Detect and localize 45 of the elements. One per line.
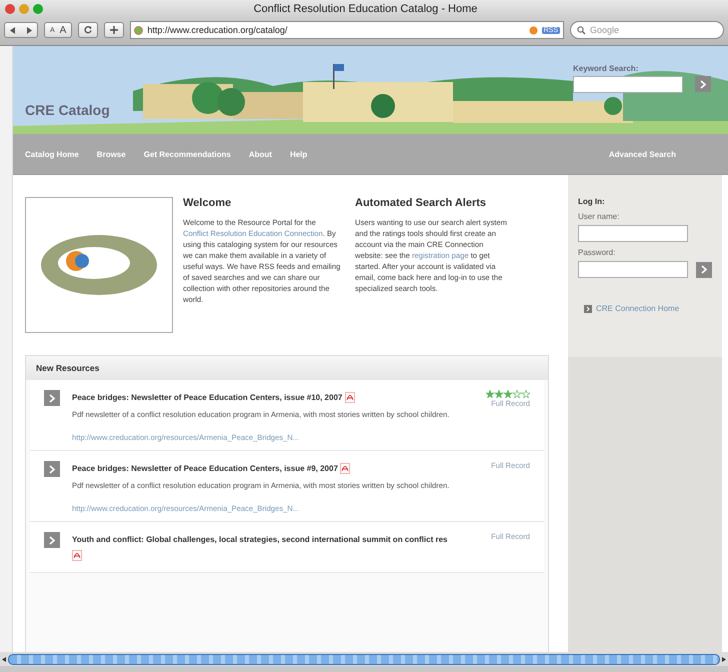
plus-icon: [110, 26, 118, 34]
resource-title[interactable]: Peace bridges: Newsletter of Peace Education Centers, issue #10, 2007: [72, 390, 454, 406]
welcome-heading: Welcome: [183, 197, 232, 209]
alerts-heading: Automated Search Alerts: [355, 197, 488, 209]
arrow-box-icon: [584, 304, 592, 312]
back-forward-icon: [10, 26, 32, 34]
expand-button[interactable]: [44, 532, 60, 548]
nav-link[interactable]: About: [248, 150, 272, 158]
nav-link[interactable]: Help: [290, 150, 308, 158]
password-field[interactable]: [578, 261, 688, 278]
globe-icon: [134, 26, 144, 34]
star-rating[interactable]: [486, 390, 530, 398]
advanced-search-link[interactable]: Advanced Search: [608, 150, 676, 158]
expand-button[interactable]: [44, 390, 60, 406]
keyword-search-field[interactable]: [573, 76, 683, 93]
add-bookmark-button[interactable]: [104, 22, 124, 38]
expand-button[interactable]: [44, 461, 60, 477]
scroll-right-icon[interactable]: [722, 656, 726, 662]
window-title: Conflict Resolution Education Catalog - Home: [252, 3, 478, 15]
site-title[interactable]: CRE Catalog: [25, 102, 110, 118]
back-forward-button[interactable]: [4, 22, 38, 38]
resource-title[interactable]: Youth and conflict: Global challenges, local strategies, second international summit on conflict res: [72, 532, 454, 564]
nav-link[interactable]: Get Recommendations: [144, 150, 231, 158]
horizontal-scrollbar[interactable]: [0, 652, 728, 666]
search-icon: [577, 26, 586, 34]
pdf-icon: [340, 463, 350, 474]
reload-button[interactable]: [78, 22, 98, 38]
login-heading: Log In:: [578, 197, 606, 206]
nav-link[interactable]: Browse: [96, 150, 126, 158]
search-go-button[interactable]: [695, 76, 711, 92]
reload-icon: [84, 26, 92, 34]
password-label: Password:: [578, 248, 616, 257]
panel-heading: New Resources: [26, 356, 548, 380]
pdf-icon: [344, 392, 355, 404]
scroll-left-icon[interactable]: [2, 656, 6, 662]
nav-link[interactable]: Catalog Home: [25, 150, 79, 158]
username-label: User name:: [578, 212, 620, 221]
login-button[interactable]: [696, 262, 712, 278]
keyword-search-label: Keyword Search:: [573, 64, 640, 73]
cre-connection-home-link[interactable]: CRE Connection Home: [584, 304, 712, 313]
username-field[interactable]: [578, 225, 688, 242]
pdf-icon: [72, 550, 82, 562]
search-field[interactable]: Google: [570, 21, 724, 39]
resource-title[interactable]: Peace bridges: Newsletter of Peace Education Centers, issue #9, 2007: [72, 461, 454, 477]
snapback-icon: [528, 26, 538, 34]
